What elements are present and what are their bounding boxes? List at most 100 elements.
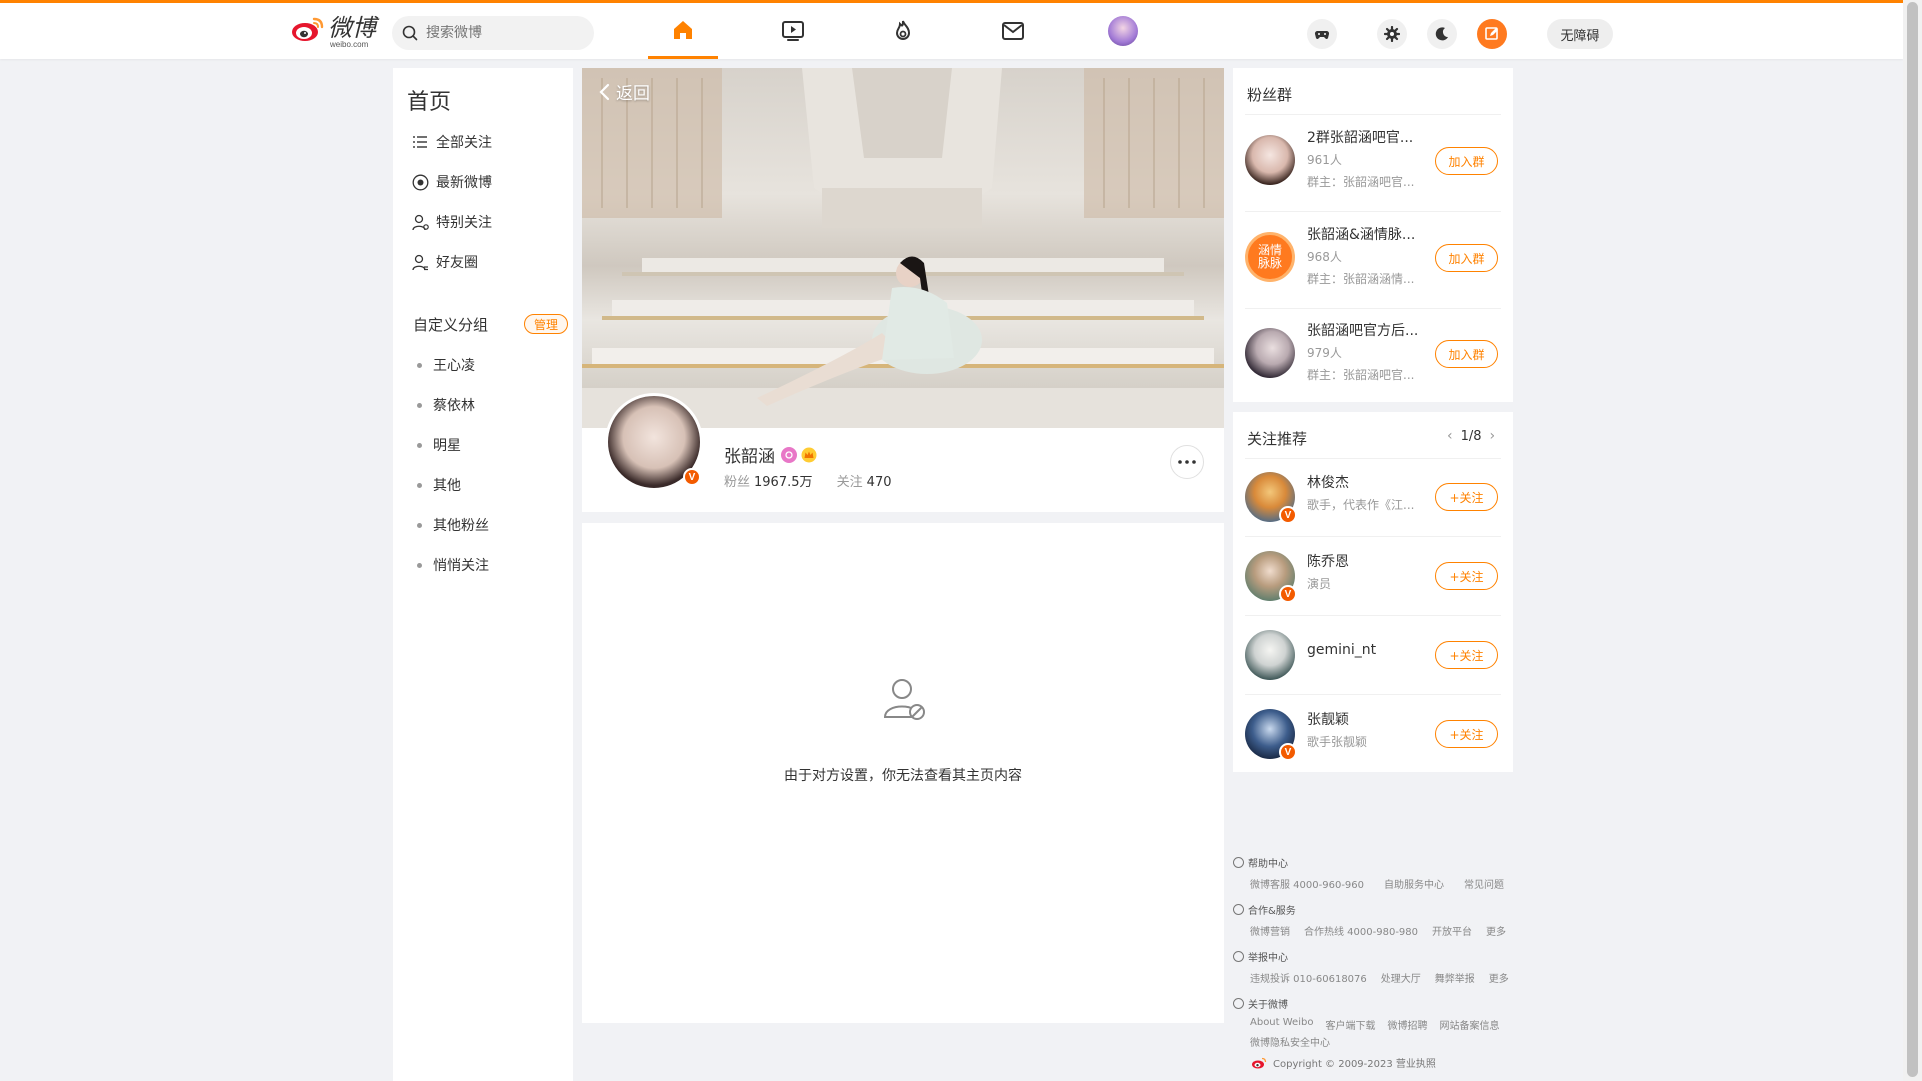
join-group-button[interactable]: 加入群 [1435,340,1498,368]
more-options-button[interactable] [1170,445,1204,479]
logo-text: 微博 [328,14,376,42]
footer-link[interactable]: 违规投诉 010-60618076 [1250,970,1367,985]
group-label: 其他 [433,478,461,494]
footer-link[interactable]: 常见问题 [1464,876,1504,891]
fan-group-item[interactable]: 2群张韶涵吧官... 961人 群主：张韶涵吧官... 加入群 [1245,115,1503,209]
moon-icon [1435,27,1448,41]
sidebar-group-item[interactable]: 其他粉丝 [417,514,489,536]
logo-subtext: weibo.com [330,40,369,49]
nav-home[interactable] [648,3,718,59]
join-group-button[interactable]: 加入群 [1435,147,1498,175]
weibo-logo[interactable]: 微博 weibo.com [290,13,376,49]
info-icon [1233,951,1244,962]
weibo-eye-icon [290,13,326,43]
fan-groups-title: 粉丝群 [1247,86,1293,104]
dark-mode-button[interactable] [1427,19,1457,49]
search-input[interactable] [426,25,576,41]
sidebar-item-friends[interactable]: 好友圈 [411,250,478,274]
footer-link[interactable]: 更多 [1489,970,1509,985]
page-scrollbar[interactable] [1903,0,1922,1081]
accessibility-button[interactable]: 无障碍 [1547,19,1613,49]
footer-link[interactable]: 开放平台 [1432,923,1472,938]
sidebar-group-item[interactable]: 蔡依林 [417,394,475,416]
sidebar-item-latest[interactable]: 最新微博 [411,170,492,194]
sidebar-group-item[interactable]: 悄悄关注 [417,554,489,576]
help-icon [1233,857,1244,868]
bullet-dot [417,562,422,568]
group-label: 悄悄关注 [433,558,489,574]
footer-link[interactable]: 舞弊举报 [1435,970,1475,985]
footer-link[interactable]: 客户端下载 [1325,1017,1375,1032]
member-icon [781,446,797,463]
follow-button[interactable]: +关注 [1435,562,1498,590]
footer-link[interactable]: 微博营销 [1250,923,1290,938]
chevron-left-icon[interactable]: ‹ [1447,428,1453,444]
footer-link[interactable]: 合作热线 4000-980-980 [1304,923,1418,938]
footer-heading: 举报中心 [1248,953,1288,964]
chevron-left-icon [599,83,610,100]
fan-group-item[interactable]: 张韶涵吧官方后... 979人 群主：张韶涵吧官... 加入群 [1245,308,1503,402]
heart-icon [1233,904,1244,915]
video-icon [782,21,804,41]
sidebar-group-item[interactable]: 其他 [417,474,461,496]
weibo-small-icon [1252,1057,1267,1068]
follow-button[interactable]: +关注 [1435,720,1498,748]
nav-hot[interactable] [868,3,938,59]
footer-heading: 帮助中心 [1248,859,1288,870]
recommend-title: 关注推荐 [1247,430,1308,448]
sidebar-group-item[interactable]: 明星 [417,434,461,456]
footer-link[interactable]: 处理大厅 [1381,970,1421,985]
home-icon [674,20,692,39]
copyright: Copyright © 2009-2023 营业执照 [1251,1055,1436,1070]
game-button[interactable] [1307,19,1337,49]
search-box[interactable] [392,16,594,50]
chevron-right-icon[interactable]: › [1490,428,1496,444]
nav-video[interactable] [758,3,828,59]
footer-link[interactable]: 微博招聘 [1387,1017,1427,1032]
about-icon [1233,998,1244,1009]
footer-link[interactable]: About Weibo [1250,1017,1313,1032]
follow-button[interactable]: +关注 [1435,483,1498,511]
recommend-item[interactable]: V 陈乔恩 演员 +关注 [1245,537,1503,615]
bullet-dot [417,362,422,368]
group-label: 王心凌 [433,358,475,374]
bullet-dot [417,482,422,488]
footer-link[interactable]: 更多 [1486,923,1506,938]
sidebar-item-all-follow[interactable]: 全部关注 [411,130,492,154]
nav-profile[interactable] [1088,3,1158,59]
fans-count[interactable]: 1967.5万 [754,475,813,490]
sidebar-item-label: 好友圈 [436,255,478,271]
fan-group-item[interactable]: 涵情 脉脉 张韶涵&涵情脉... 968人 群主：张韶涵涵情... 加入群 [1245,212,1503,306]
sidebar-item-special[interactable]: 特别关注 [411,210,492,234]
sidebar-group-item[interactable]: 王心凌 [417,354,475,376]
footer-link[interactable]: 微博隐私安全中心 [1250,1034,1499,1049]
group-label: 其他粉丝 [433,518,489,534]
join-group-button[interactable]: 加入群 [1435,244,1498,272]
recommend-item[interactable]: V 林俊杰 歌手，代表作《江... +关注 [1245,458,1503,536]
footer-link[interactable]: 网站备案信息 [1439,1017,1499,1032]
fan-group-avatar [1245,135,1295,185]
copyright-text[interactable]: Copyright © 2009-2023 营业执照 [1273,1055,1436,1070]
follow-button[interactable]: +关注 [1435,641,1498,669]
group-label: 蔡依林 [433,398,475,414]
recommend-pager: ‹ 1/8 › [1439,428,1503,444]
gamepad-icon [1314,31,1330,39]
scrollbar-thumb[interactable] [1907,2,1918,1077]
footer-link[interactable]: 微博客服 4000-960-960 [1250,876,1364,891]
footer-link[interactable]: 自助服务中心 [1384,876,1444,891]
empty-message: 由于对方设置，你无法查看其主页内容 [784,768,1022,784]
settings-button[interactable] [1377,19,1407,49]
following-count[interactable]: 470 [867,475,892,490]
recommend-desc: 演员 [1307,577,1332,591]
manage-groups-button[interactable]: 管理 [524,314,568,334]
back-button[interactable]: 返回 [598,79,650,104]
recommend-item[interactable]: gemini_nt +关注 [1245,616,1503,694]
recommend-item[interactable]: V 张靓颖 歌手张靓颖 +关注 [1245,695,1503,773]
fan-group-members: 979人 [1307,346,1342,360]
profile-stats: 粉丝 1967.5万 关注 470 [724,471,912,490]
crown-icon [801,447,817,463]
compose-button[interactable] [1477,19,1507,49]
nav-message[interactable] [978,3,1048,59]
sidebar-title: 首页 [407,90,452,115]
profile-header-card: 返回 V 张韶涵 粉丝 1967.5万 关注 470 [582,68,1224,512]
